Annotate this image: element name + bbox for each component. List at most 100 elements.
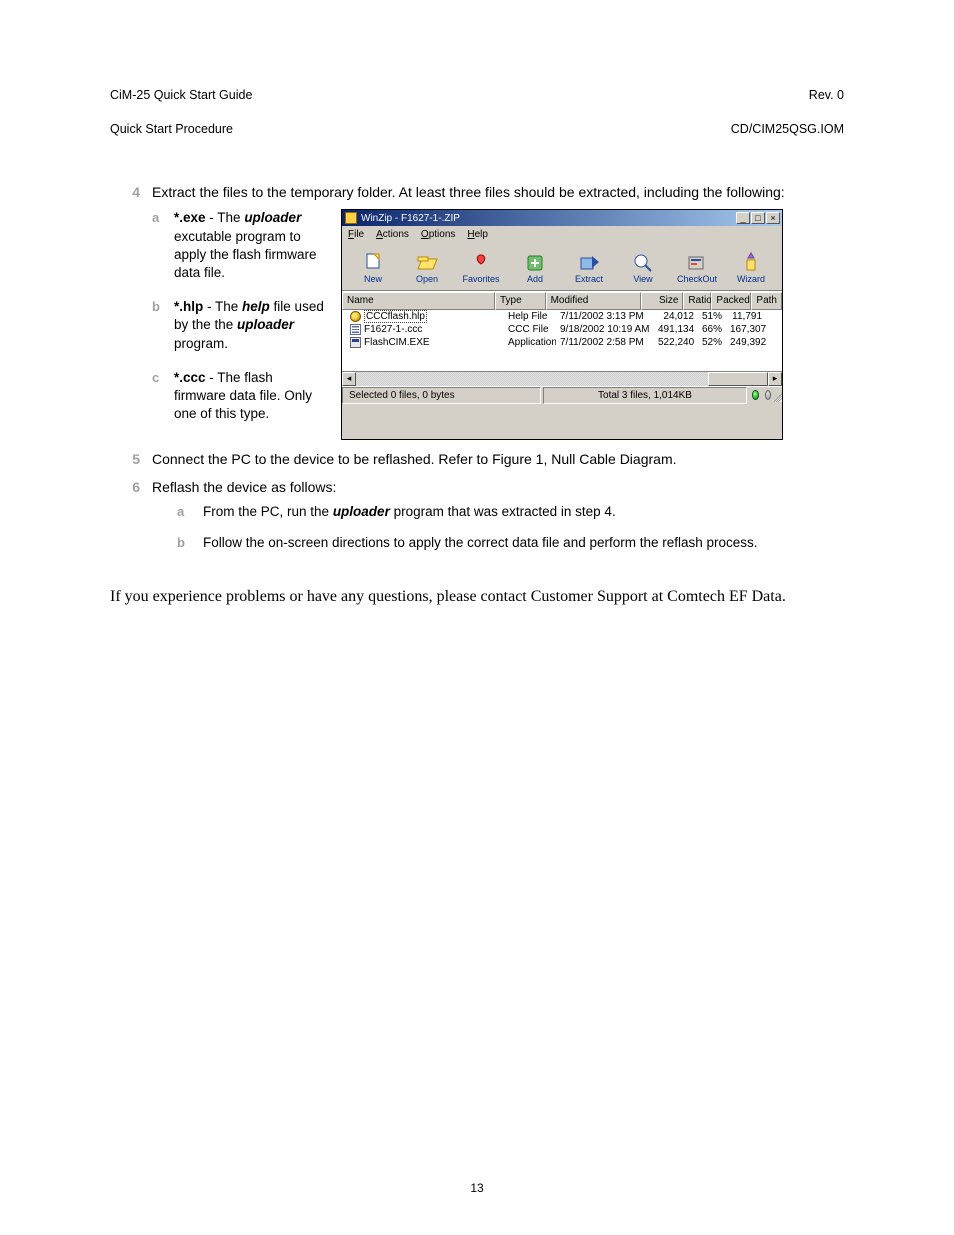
file-size: 24,012 [654,310,698,323]
winzip-toolbar: New Open Favorites [342,244,782,291]
open-icon [415,251,439,273]
col-path[interactable]: Path [751,292,782,310]
tool-extract-label: Extract [575,273,603,285]
winzip-file-list: CCCflash.hlp Help File 7/11/2002 3:13 PM… [342,310,782,371]
winzip-window: WinZip - F1627-1-.ZIP _ □ × File Actions… [341,209,783,439]
closing-paragraph: If you experience problems or have any q… [110,586,844,608]
tool-add[interactable]: Add [510,248,560,288]
wizard-icon [739,251,763,273]
scroll-track[interactable] [356,372,768,386]
winzip-title-text: WinZip - F1627-1-.ZIP [361,212,736,226]
new-icon [361,251,385,273]
tool-wizard[interactable]: Wizard [726,248,776,288]
file-path [766,310,778,323]
col-ratio[interactable]: Ratio [683,292,711,310]
close-button[interactable]: × [766,212,780,224]
file-type: Help File [504,310,556,323]
file-size: 522,240 [654,336,698,349]
status-total: Total 3 files, 1,014KB [543,387,747,405]
tool-add-label: Add [527,273,543,285]
step-4-intro: Extract the files to the temporary folde… [152,183,844,202]
menu-file[interactable]: File [348,228,364,242]
step-4b-emph2: uploader [237,317,294,332]
status-led-off-icon [765,390,772,400]
tool-view-label: View [633,273,652,285]
tool-new[interactable]: New [348,248,398,288]
file-ratio: 52% [698,336,726,349]
step-6a-post: program that was extracted in step 4. [390,504,616,519]
file-row[interactable]: F1627-1-.ccc CCC File 9/18/2002 10:19 AM… [342,323,782,336]
scroll-thumb[interactable] [708,372,768,386]
step-4a-sep: - The [206,210,245,225]
tool-favorites[interactable]: Favorites [456,248,506,288]
tool-wizard-label: Wizard [737,273,765,285]
file-row[interactable]: FlashCIM.EXE Application 7/11/2002 2:58 … [342,336,782,349]
add-icon [523,251,547,273]
file-modified: 7/11/2002 2:58 PM [556,336,654,349]
step-6a-letter: a [177,503,203,521]
col-name[interactable]: Name [342,292,495,310]
winzip-h-scrollbar[interactable]: ◂ ▸ [342,371,782,386]
tool-view[interactable]: View [618,248,668,288]
step-4a-letter: a [152,209,174,282]
step-6a-emph: uploader [333,504,390,519]
file-packed: 11,791 [726,310,766,323]
file-name: FlashCIM.EXE [364,336,430,349]
status-selected: Selected 0 files, 0 bytes [342,387,541,405]
step-4b-prefix: *.hlp [174,299,203,314]
step-5-number: 5 [110,450,152,469]
favorites-icon [469,251,493,273]
menu-options[interactable]: Options [421,228,455,242]
file-size: 491,134 [654,323,698,336]
step-6: 6 Reflash the device as follows: a From … [110,478,844,563]
header-right-1: Rev. 0 [809,88,844,102]
page-number: 13 [0,1181,954,1195]
minimize-button[interactable]: _ [736,212,750,224]
resize-grip-icon[interactable] [774,388,782,402]
scroll-right-button[interactable]: ▸ [768,372,782,386]
winzip-titlebar[interactable]: WinZip - F1627-1-.ZIP _ □ × [342,210,782,226]
col-packed[interactable]: Packed [711,292,751,310]
file-row[interactable]: CCCflash.hlp Help File 7/11/2002 3:13 PM… [342,310,782,323]
tool-open-label: Open [416,273,438,285]
file-modified: 7/11/2002 3:13 PM [556,310,654,323]
step-4b-sep: - The [203,299,242,314]
file-modified: 9/18/2002 10:19 AM [556,323,654,336]
tool-new-label: New [364,273,382,285]
winzip-statusbar: Selected 0 files, 0 bytes Total 3 files,… [342,386,782,405]
step-4b-emph: help [242,299,270,314]
tool-checkout-label: CheckOut [677,273,717,285]
status-led-green-icon [752,390,759,400]
file-ratio: 66% [698,323,726,336]
step-6b: b Follow the on-screen directions to app… [177,534,844,552]
scroll-left-button[interactable]: ◂ [342,372,356,386]
step-4a: a *.exe - The uploader excutable program… [152,209,327,282]
col-modified[interactable]: Modified [546,292,641,310]
winzip-app-icon [345,212,357,224]
maximize-button[interactable]: □ [751,212,765,224]
col-size[interactable]: Size [641,292,684,310]
step-4c: c *.ccc - The flash firmware data file. … [152,369,327,424]
hlp-file-icon [350,311,361,322]
menu-actions[interactable]: Actions [376,228,409,242]
file-packed: 249,392 [726,336,766,349]
extract-icon [577,251,601,273]
menu-help[interactable]: Help [467,228,488,242]
step-4b-tail2: program. [174,336,228,351]
header-left-2: Quick Start Procedure [110,122,233,136]
header-left-1: CiM-25 Quick Start Guide [110,88,252,102]
winzip-menubar: File Actions Options Help [342,226,782,244]
tool-open[interactable]: Open [402,248,452,288]
ccc-file-icon [350,324,361,335]
step-4a-emph: uploader [244,210,301,225]
tool-extract[interactable]: Extract [564,248,614,288]
tool-checkout[interactable]: CheckOut [672,248,722,288]
file-name: CCCflash.hlp [364,310,427,323]
step-6a-pre: From the PC, run the [203,504,333,519]
file-name: F1627-1-.ccc [364,323,422,336]
step-4c-letter: c [152,369,174,424]
step-6-number: 6 [110,478,152,563]
col-type[interactable]: Type [495,292,546,310]
step-6b-letter: b [177,534,203,552]
file-ratio: 51% [698,310,726,323]
